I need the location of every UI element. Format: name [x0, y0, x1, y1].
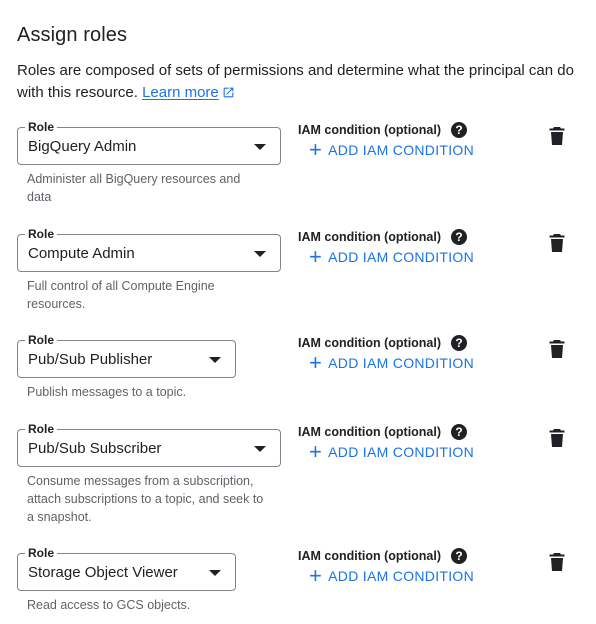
page-description: Roles are composed of sets of permission… — [17, 60, 577, 106]
plus-icon: + — [309, 439, 323, 464]
role-description: Administer all BigQuery resources and da… — [27, 172, 241, 204]
role-legend: Role — [25, 119, 58, 135]
role-select[interactable]: Role Storage Object Viewer — [17, 545, 236, 591]
trash-icon — [549, 127, 565, 145]
delete-role-button[interactable] — [549, 339, 565, 359]
help-circle-icon[interactable]: ? — [451, 424, 467, 440]
iam-condition-label: IAM condition (optional) — [298, 549, 442, 563]
role-select-value: Pub/Sub Publisher — [28, 351, 153, 368]
open-in-new-icon — [222, 84, 235, 106]
role-select[interactable]: Role Compute Admin — [17, 226, 281, 272]
plus-icon: + — [309, 563, 323, 588]
add-iam-condition-label: ADD IAM CONDITION — [328, 444, 475, 460]
add-iam-condition-button[interactable]: + ADD IAM CONDITION — [309, 439, 475, 464]
caret-down-icon — [254, 144, 266, 150]
trash-icon — [549, 340, 565, 358]
caret-down-icon — [254, 446, 266, 452]
help-circle-icon[interactable]: ? — [451, 122, 467, 138]
page-title: Assign roles — [17, 24, 128, 46]
role-legend: Role — [25, 332, 58, 348]
role-description: Publish messages to a topic. — [27, 385, 187, 399]
trash-icon — [549, 553, 565, 571]
caret-down-icon — [209, 570, 221, 576]
trash-icon — [549, 429, 565, 447]
plus-icon: + — [309, 137, 323, 162]
role-select-value: Storage Object Viewer — [28, 564, 178, 581]
delete-role-button[interactable] — [549, 126, 565, 146]
role-legend: Role — [25, 545, 58, 561]
caret-down-icon — [209, 357, 221, 363]
role-select[interactable]: Role BigQuery Admin — [17, 119, 281, 165]
role-select[interactable]: Role Pub/Sub Subscriber — [17, 421, 281, 467]
delete-role-button[interactable] — [549, 552, 565, 572]
role-description: Full control of all Compute Engine resou… — [27, 279, 215, 311]
description-text: Roles are composed of sets of permission… — [17, 62, 574, 101]
add-iam-condition-button[interactable]: + ADD IAM CONDITION — [309, 563, 475, 588]
iam-condition-label: IAM condition (optional) — [298, 123, 442, 137]
role-select-value: Pub/Sub Subscriber — [28, 440, 162, 457]
iam-condition-label: IAM condition (optional) — [298, 336, 442, 350]
learn-more-link[interactable]: Learn more — [142, 84, 219, 101]
add-iam-condition-label: ADD IAM CONDITION — [328, 142, 475, 158]
add-iam-condition-label: ADD IAM CONDITION — [328, 355, 475, 371]
delete-role-button[interactable] — [549, 428, 565, 448]
role-description: Consume messages from a subscription, at… — [27, 474, 264, 524]
add-iam-condition-button[interactable]: + ADD IAM CONDITION — [309, 244, 475, 269]
role-legend: Role — [25, 226, 58, 242]
add-iam-condition-button[interactable]: + ADD IAM CONDITION — [309, 137, 475, 162]
role-select-value: Compute Admin — [28, 245, 135, 262]
plus-icon: + — [309, 350, 323, 375]
iam-condition-label: IAM condition (optional) — [298, 425, 442, 439]
caret-down-icon — [254, 251, 266, 257]
learn-more-label: Learn more — [142, 84, 219, 101]
plus-icon: + — [309, 244, 323, 269]
help-circle-icon[interactable]: ? — [451, 548, 467, 564]
add-iam-condition-label: ADD IAM CONDITION — [328, 568, 475, 584]
role-legend: Role — [25, 421, 58, 437]
help-circle-icon[interactable]: ? — [451, 335, 467, 351]
add-iam-condition-button[interactable]: + ADD IAM CONDITION — [309, 350, 475, 375]
role-select-value: BigQuery Admin — [28, 138, 137, 155]
trash-icon — [549, 234, 565, 252]
add-iam-condition-label: ADD IAM CONDITION — [328, 249, 475, 265]
role-description: Read access to GCS objects. — [27, 598, 191, 612]
help-circle-icon[interactable]: ? — [451, 229, 467, 245]
role-select[interactable]: Role Pub/Sub Publisher — [17, 332, 236, 378]
delete-role-button[interactable] — [549, 233, 565, 253]
iam-condition-label: IAM condition (optional) — [298, 230, 442, 244]
